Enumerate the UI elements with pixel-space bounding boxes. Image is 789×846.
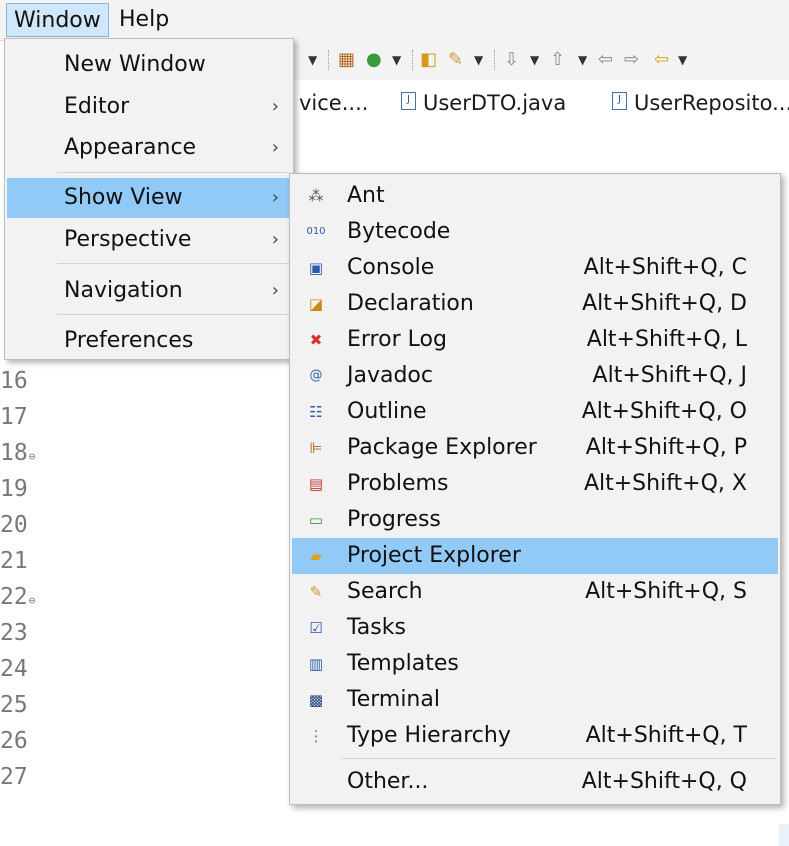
view-item-error-log[interactable]: ✖ Error Log Alt+Shift+Q, L: [292, 322, 778, 358]
menu-separator: [57, 314, 289, 315]
dropdown-arrow-icon[interactable]: ▼: [392, 49, 401, 71]
line-number: 20: [0, 512, 28, 538]
line-number: 22⊖: [0, 584, 36, 610]
dropdown-arrow-icon[interactable]: ▼: [678, 49, 687, 71]
search-icon: ✎: [309, 583, 323, 601]
line-number: 25: [0, 692, 28, 718]
problems-icon: ▤: [308, 475, 324, 493]
current-line-highlight: [779, 824, 789, 846]
menu-separator: [57, 263, 289, 264]
menu-bar: Window Help: [0, 0, 789, 41]
view-item-project-explorer[interactable]: ▰ Project Explorer: [292, 538, 778, 574]
line-number: 21: [0, 548, 28, 574]
open-type-icon[interactable]: ◧: [420, 49, 437, 71]
menu-item-navigation[interactable]: Navigation ›: [7, 271, 291, 311]
project-explorer-icon: ▰: [310, 547, 322, 565]
dropdown-arrow-icon[interactable]: ▼: [474, 49, 483, 71]
collapse-icon[interactable]: ⊖: [29, 594, 36, 607]
forward-edit-icon[interactable]: ⇨: [624, 49, 639, 71]
toolbar-separator: [328, 50, 330, 70]
outline-icon: ☷: [309, 403, 323, 421]
new-class-icon[interactable]: ●: [366, 49, 382, 71]
view-item-terminal[interactable]: ▩ Terminal: [292, 682, 778, 718]
java-file-icon: J: [612, 92, 627, 110]
menu-separator: [342, 758, 776, 759]
dropdown-arrow-icon[interactable]: ▼: [308, 49, 317, 71]
declaration-icon: ◪: [308, 295, 324, 313]
view-item-ant[interactable]: ⁂ Ant: [292, 178, 778, 214]
menu-window[interactable]: Window: [6, 3, 109, 37]
tab-label: UserReposito...: [634, 91, 789, 115]
line-number: 17: [0, 404, 28, 430]
chevron-right-icon: ›: [271, 96, 279, 117]
line-number: 18⊖: [0, 440, 36, 466]
line-number: 26: [0, 728, 28, 754]
bytecode-icon: 010: [306, 226, 326, 237]
terminal-icon: ▩: [308, 691, 324, 709]
menu-help[interactable]: Help: [112, 3, 176, 37]
console-icon: ▣: [308, 259, 324, 277]
dropdown-arrow-icon[interactable]: ▼: [578, 49, 587, 71]
menu-item-editor[interactable]: Editor ›: [7, 87, 291, 127]
package-explorer-icon: ⊫: [309, 439, 323, 457]
menu-item-new-window[interactable]: New Window: [7, 45, 291, 85]
error-log-icon: ✖: [309, 331, 323, 349]
window-menu: New Window Editor › Appearance › Show Vi…: [4, 38, 294, 360]
menu-item-appearance[interactable]: Appearance ›: [7, 128, 291, 168]
editor-tab-userrepository[interactable]: J UserReposito...: [612, 88, 789, 118]
main-toolbar: ▼ ▦ ● ▼ ◧ ✎ ▼ ⇩ ▼ ⇧ ▼ ⇦ ⇨ ⇦ ▼: [294, 40, 789, 81]
view-item-problems[interactable]: ▤ Problems Alt+Shift+Q, X: [292, 466, 778, 502]
tab-label: vice....: [299, 91, 369, 115]
editor-tab-service[interactable]: vice....: [299, 88, 368, 118]
dropdown-arrow-icon[interactable]: ▼: [530, 49, 539, 71]
chevron-right-icon: ›: [271, 229, 279, 250]
menu-separator: [57, 172, 289, 173]
chevron-right-icon: ›: [271, 187, 279, 208]
view-item-templates[interactable]: ▥ Templates: [292, 646, 778, 682]
ant-icon: ⁂: [308, 187, 324, 205]
menu-item-show-view[interactable]: Show View ›: [7, 178, 291, 218]
type-hierarchy-icon: ⋮: [308, 727, 324, 745]
view-item-search[interactable]: ✎ Search Alt+Shift+Q, S: [292, 574, 778, 610]
line-number: 23: [0, 620, 28, 646]
show-view-submenu: ⁂ Ant 010 Bytecode ▣ Console Alt+Shift+Q…: [289, 173, 781, 805]
chevron-right-icon: ›: [271, 280, 279, 301]
editor-tab-row: vice.... J UserDTO.java J UserReposito...: [294, 80, 789, 125]
last-edit-icon[interactable]: ⇦: [598, 49, 613, 71]
line-number: 19: [0, 476, 28, 502]
view-item-other[interactable]: Other... Alt+Shift+Q, Q: [292, 764, 778, 800]
view-item-outline[interactable]: ☷ Outline Alt+Shift+Q, O: [292, 394, 778, 430]
chevron-right-icon: ›: [271, 137, 279, 158]
java-file-icon: J: [401, 92, 416, 110]
view-item-package-explorer[interactable]: ⊫ Package Explorer Alt+Shift+Q, P: [292, 430, 778, 466]
view-item-console[interactable]: ▣ Console Alt+Shift+Q, C: [292, 250, 778, 286]
view-item-tasks[interactable]: ☑ Tasks: [292, 610, 778, 646]
tasks-icon: ☑: [309, 619, 323, 637]
line-number: 27: [0, 764, 28, 790]
collapse-icon[interactable]: ⊖: [29, 450, 36, 463]
menu-item-perspective[interactable]: Perspective ›: [7, 220, 291, 260]
view-item-type-hierarchy[interactable]: ⋮ Type Hierarchy Alt+Shift+Q, T: [292, 718, 778, 754]
line-number: 16: [0, 368, 28, 394]
menu-item-preferences[interactable]: Preferences: [7, 321, 291, 361]
next-annotation-icon[interactable]: ⇩: [504, 49, 519, 71]
view-item-bytecode[interactable]: 010 Bytecode: [292, 214, 778, 250]
new-package-icon[interactable]: ▦: [338, 49, 355, 71]
tab-label: UserDTO.java: [423, 91, 567, 115]
toolbar-separator: [412, 50, 414, 70]
previous-annotation-icon[interactable]: ⇧: [550, 49, 565, 71]
templates-icon: ▥: [308, 655, 324, 673]
progress-icon: ▭: [308, 511, 324, 529]
view-item-progress[interactable]: ▭ Progress: [292, 502, 778, 538]
line-number: 24: [0, 656, 28, 682]
back-icon[interactable]: ⇦: [654, 49, 669, 71]
javadoc-icon: @: [309, 368, 323, 383]
view-item-javadoc[interactable]: @ Javadoc Alt+Shift+Q, J: [292, 358, 778, 394]
search-icon[interactable]: ✎: [448, 49, 463, 71]
toolbar-separator: [494, 50, 496, 70]
view-item-declaration[interactable]: ◪ Declaration Alt+Shift+Q, D: [292, 286, 778, 322]
editor-tab-userdto[interactable]: J UserDTO.java: [401, 88, 566, 118]
